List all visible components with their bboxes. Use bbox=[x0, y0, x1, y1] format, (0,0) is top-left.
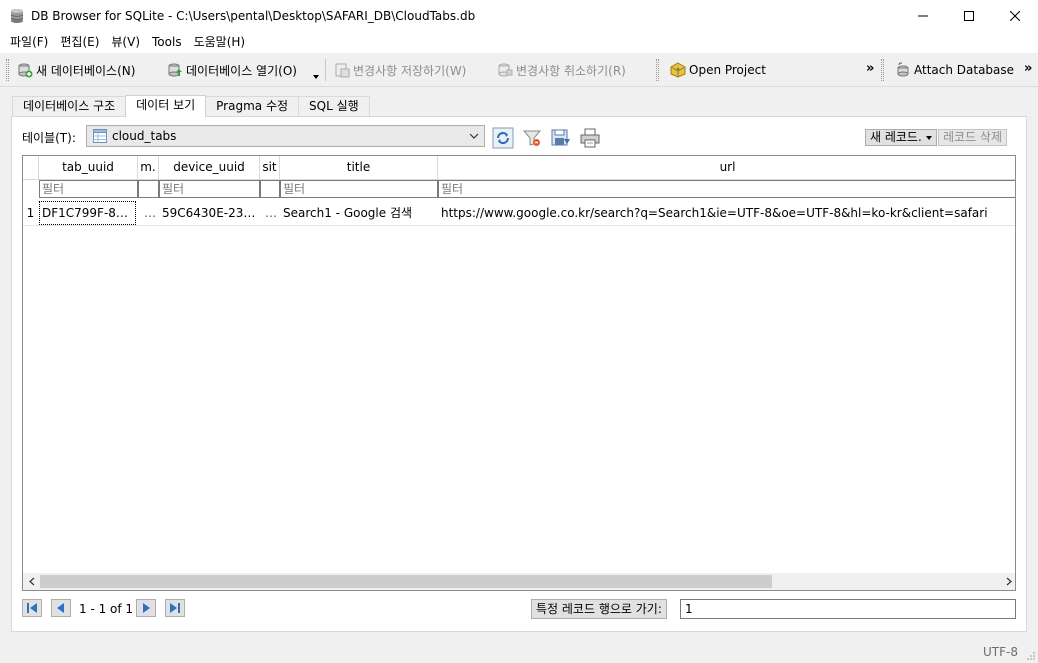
open-database-button[interactable]: 데이터베이스 열기(O) bbox=[167, 58, 297, 82]
scrollbar-thumb[interactable] bbox=[40, 575, 772, 588]
table-icon bbox=[93, 129, 107, 143]
open-database-icon bbox=[168, 63, 182, 77]
horizontal-scrollbar[interactable] bbox=[23, 573, 1015, 590]
tab-browse-data[interactable]: 데이터 보기 bbox=[125, 95, 207, 117]
revert-changes-label: 변경사항 취소하기(R) bbox=[516, 63, 626, 78]
close-icon bbox=[1010, 11, 1020, 21]
table-select-value: cloud_tabs bbox=[112, 129, 177, 143]
write-changes-icon bbox=[335, 63, 350, 78]
toolbar-grip[interactable] bbox=[881, 59, 884, 81]
window-title: DB Browser for SQLite - C:\Users\pental\… bbox=[31, 9, 476, 23]
row-divider bbox=[23, 225, 1015, 226]
filter-input-url[interactable]: 필터 bbox=[438, 180, 1015, 198]
close-button[interactable] bbox=[992, 0, 1038, 32]
column-header-title[interactable]: title bbox=[280, 156, 438, 179]
new-database-icon bbox=[18, 63, 33, 78]
toolbar-grip[interactable] bbox=[6, 59, 9, 81]
chevron-down-icon bbox=[469, 133, 479, 139]
menu-tools[interactable]: Tools bbox=[146, 32, 188, 53]
open-database-dropdown-icon[interactable] bbox=[313, 75, 319, 79]
database-app-icon bbox=[10, 9, 24, 23]
row-number[interactable]: 1 bbox=[23, 201, 38, 225]
chevron-down-icon bbox=[925, 135, 932, 140]
write-changes-label: 변경사항 저장하기(W) bbox=[353, 63, 467, 78]
table-select[interactable]: cloud_tabs bbox=[86, 125, 485, 147]
attach-database-button[interactable]: Attach Database bbox=[895, 58, 1014, 82]
write-changes-button[interactable]: 변경사항 저장하기(W) bbox=[334, 58, 466, 82]
last-record-button[interactable] bbox=[165, 599, 185, 617]
new-record-button[interactable]: 새 레코드. bbox=[865, 129, 937, 146]
column-header-url[interactable]: url bbox=[438, 156, 1015, 179]
open-project-button[interactable]: Open Project bbox=[670, 58, 766, 82]
first-record-button[interactable] bbox=[22, 599, 42, 617]
column-header-sit[interactable]: sit bbox=[260, 156, 280, 179]
toolbar-overflow-button-2[interactable]: » bbox=[1024, 61, 1032, 76]
goto-record-input[interactable]: 1 bbox=[680, 599, 1016, 619]
title-bar: DB Browser for SQLite - C:\Users\pental\… bbox=[0, 0, 1038, 32]
attach-database-icon bbox=[897, 62, 909, 77]
table-label: 테이블(T): bbox=[22, 131, 76, 145]
tab-edit-pragmas[interactable]: Pragma 수정 bbox=[205, 96, 300, 117]
toolbar-grip[interactable] bbox=[656, 59, 659, 81]
table-cell-title[interactable]: Search1 - Google 검색 bbox=[281, 201, 438, 225]
minimize-icon bbox=[918, 15, 928, 17]
scroll-left-button[interactable] bbox=[23, 573, 40, 590]
filter-input-tab-uuid[interactable]: 필터 bbox=[39, 180, 138, 198]
column-header-m[interactable]: m. bbox=[138, 156, 159, 179]
filter-input-sit[interactable] bbox=[260, 180, 280, 198]
clear-filters-button[interactable] bbox=[521, 127, 543, 149]
record-count: 1 - 1 of 1 bbox=[79, 602, 134, 616]
corner-header[interactable] bbox=[23, 156, 39, 179]
column-header-device-uuid[interactable]: device_uuid bbox=[159, 156, 260, 179]
toolbar-overflow-button[interactable]: » bbox=[866, 61, 874, 76]
attach-database-label: Attach Database bbox=[914, 63, 1015, 77]
encoding-indicator: UTF-8 bbox=[983, 645, 1018, 659]
chevron-right-icon bbox=[1006, 577, 1012, 586]
chevron-left-icon bbox=[28, 577, 34, 586]
status-bar: UTF-8 bbox=[0, 641, 1038, 663]
revert-changes-icon bbox=[498, 63, 513, 77]
refresh-button[interactable] bbox=[492, 127, 514, 149]
filter-input-m[interactable] bbox=[138, 180, 159, 198]
menu-file[interactable]: 파일(F) bbox=[4, 32, 54, 53]
new-database-label: 새 데이터베이스(N) bbox=[36, 63, 136, 78]
column-header-tab-uuid[interactable]: tab_uuid bbox=[39, 156, 138, 179]
table-cell-sit[interactable]: … bbox=[263, 201, 280, 225]
open-project-label: Open Project bbox=[689, 63, 766, 77]
revert-changes-button[interactable]: 변경사항 취소하기(R) bbox=[497, 58, 626, 82]
menu-bar: 파일(F) 편집(E) 뷰(V) Tools 도움말(H) bbox=[0, 32, 1038, 53]
tab-database-structure[interactable]: 데이터베이스 구조 bbox=[12, 96, 127, 117]
filter-input-device-uuid[interactable]: 필터 bbox=[159, 180, 260, 198]
save-table-as-button[interactable] bbox=[550, 127, 572, 149]
new-database-button[interactable]: 새 데이터베이스(N) bbox=[17, 58, 135, 82]
open-database-label: 데이터베이스 열기(O) bbox=[186, 63, 297, 78]
main-toolbar: 새 데이터베이스(N) 데이터베이스 열기(O) 변경사항 저장하기(W) 변경… bbox=[0, 53, 1038, 87]
scroll-right-button[interactable] bbox=[1000, 573, 1015, 590]
menu-edit[interactable]: 편집(E) bbox=[54, 32, 105, 53]
open-project-icon bbox=[670, 62, 686, 78]
data-grid: tab_uuid m. device_uuid sit title url 필터… bbox=[22, 155, 1016, 591]
goto-record-button[interactable]: 특정 레코드 행으로 가기: bbox=[531, 599, 667, 619]
maximize-button[interactable] bbox=[946, 0, 992, 32]
menu-view[interactable]: 뷰(V) bbox=[105, 32, 146, 53]
next-record-button[interactable] bbox=[136, 599, 156, 617]
new-record-label: 새 레코드. bbox=[870, 130, 922, 144]
menu-help[interactable]: 도움말(H) bbox=[188, 32, 252, 53]
previous-record-button[interactable] bbox=[51, 599, 71, 617]
minimize-button[interactable] bbox=[900, 0, 946, 32]
table-cell-device-uuid[interactable]: 59C6430E-23… bbox=[160, 201, 260, 225]
resize-grip-icon[interactable] bbox=[1026, 651, 1036, 661]
table-cell-tab-uuid[interactable]: DF1C799F-8… bbox=[39, 201, 136, 225]
delete-record-button[interactable]: 레코드 삭제 bbox=[938, 129, 1008, 146]
maximize-icon bbox=[964, 11, 974, 21]
main-tabs: 데이터베이스 구조 데이터 보기 Pragma 수정 SQL 실행 bbox=[12, 95, 370, 117]
toolbar-separator bbox=[325, 59, 326, 81]
table-cell-m[interactable]: … bbox=[142, 201, 159, 225]
browse-data-panel: 테이블(T): cloud_tabs 새 레코드. 레코드 삭제 tab_uui… bbox=[11, 116, 1027, 632]
table-cell-url[interactable]: https://www.google.co.kr/search?q=Search… bbox=[439, 201, 1015, 225]
print-button[interactable] bbox=[579, 127, 601, 149]
tab-execute-sql[interactable]: SQL 실행 bbox=[298, 96, 370, 117]
filter-input-title[interactable]: 필터 bbox=[280, 180, 438, 198]
